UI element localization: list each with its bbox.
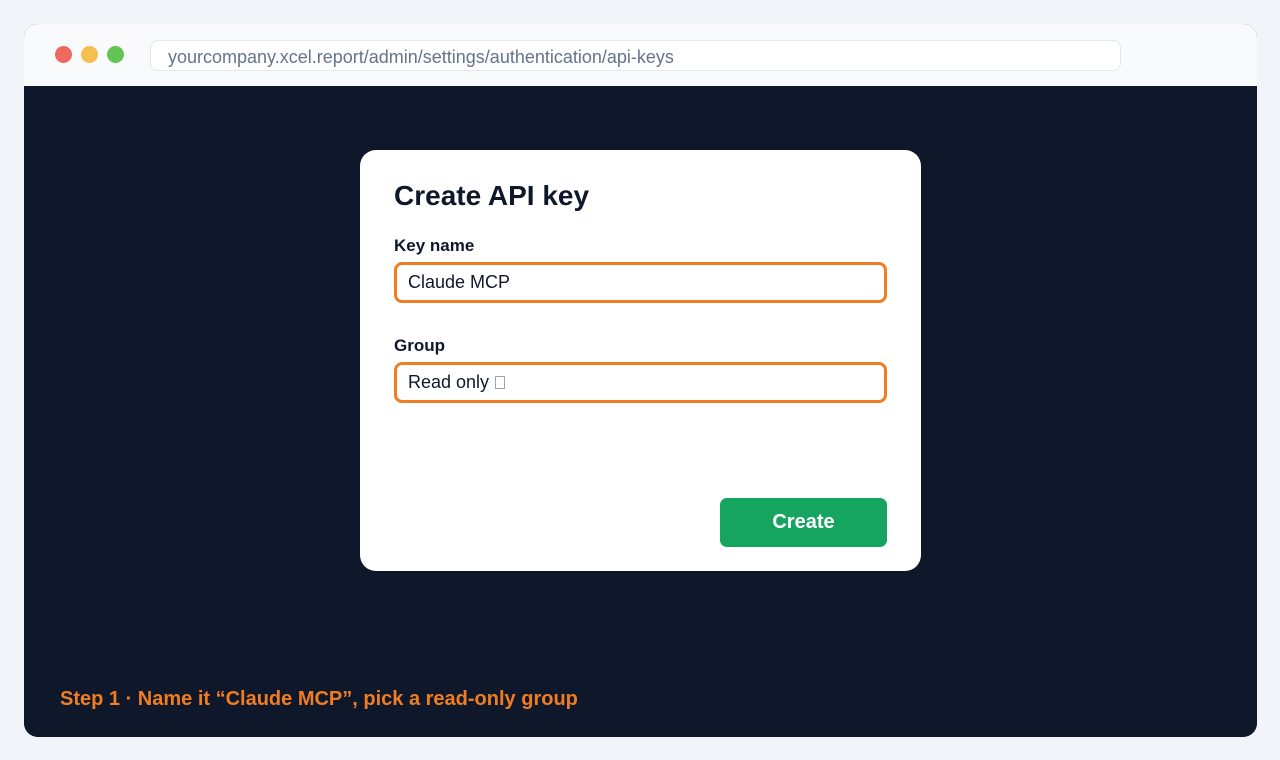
step-caption: Step 1 · Name it “Claude MCP”, pick a re… bbox=[60, 688, 578, 710]
group-label: Group bbox=[394, 336, 445, 355]
address-bar[interactable]: yourcompany.xcel.report/admin/settings/a… bbox=[150, 40, 1121, 71]
key-name-value: Claude MCP bbox=[408, 272, 511, 292]
group-select[interactable]: Read only bbox=[394, 362, 887, 403]
browser-window: yourcompany.xcel.report/admin/settings/a… bbox=[24, 24, 1257, 737]
group-value: Read only bbox=[408, 372, 490, 392]
create-button[interactable]: Create bbox=[720, 498, 887, 547]
minimize-window-icon[interactable] bbox=[81, 46, 98, 63]
key-name-label: Key name bbox=[394, 236, 475, 255]
create-api-key-dialog: Create API key Key name Claude MCP Group… bbox=[360, 150, 921, 571]
dialog-title: Create API key bbox=[394, 180, 590, 211]
key-name-input[interactable]: Claude MCP bbox=[394, 262, 887, 303]
close-window-icon[interactable] bbox=[55, 46, 72, 63]
maximize-window-icon[interactable] bbox=[107, 46, 124, 63]
browser-toolbar: yourcompany.xcel.report/admin/settings/a… bbox=[24, 24, 1257, 86]
dropdown-caret-icon bbox=[495, 376, 506, 389]
page-viewport: Create API key Key name Claude MCP Group… bbox=[24, 86, 1257, 737]
